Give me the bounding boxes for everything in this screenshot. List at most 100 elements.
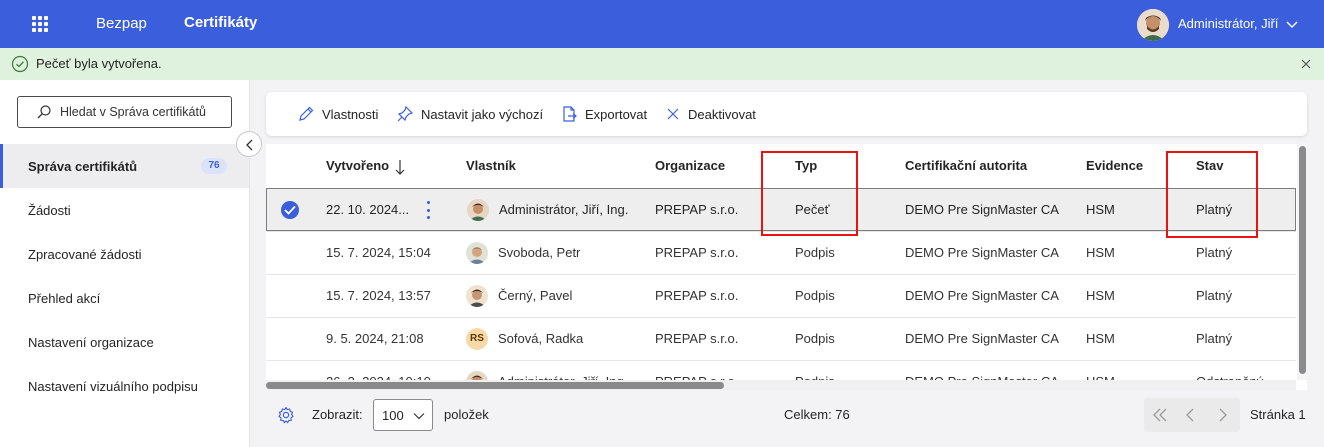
sidebar-item-requests[interactable]: Žádosti — [0, 188, 249, 232]
organization-cell: PREPAP s.r.o. — [655, 202, 739, 217]
set-default-label: Nastavit jako výchozí — [421, 106, 544, 122]
properties-label: Vlastnosti — [322, 106, 379, 122]
organization-cell: PREPAP s.r.o. — [655, 245, 739, 260]
table-row[interactable]: 15. 7. 2024, 13:57 Černý, Pavel PREPAP s… — [266, 274, 1296, 317]
created-cell: 15. 7. 2024, 15:04 — [326, 245, 431, 260]
user-avatar[interactable] — [1137, 9, 1169, 41]
chevron-down-icon[interactable] — [1284, 16, 1300, 32]
column-header-organization[interactable]: Organizace — [655, 158, 725, 173]
column-header-evidence[interactable]: Evidence — [1086, 158, 1143, 173]
table-row[interactable]: 15. 7. 2024, 15:04 Svoboda, Petr PREPAP … — [266, 231, 1296, 274]
gear-icon[interactable] — [277, 406, 295, 424]
checkmark-icon — [284, 205, 296, 215]
highlight-box-type — [761, 151, 858, 236]
type-cell: Podpis — [795, 288, 835, 303]
column-header-owner[interactable]: Vlastník — [466, 158, 516, 173]
pager — [1144, 398, 1240, 432]
sidebar-item-organization-settings[interactable]: Nastavení organizace — [0, 320, 249, 364]
evidence-cell: HSM — [1086, 288, 1115, 303]
deactivate-label: Deaktivovat — [688, 106, 756, 122]
sidebar-item-label: Zpracované žádosti — [28, 246, 142, 262]
ca-cell: DEMO Pre SignMaster CA — [905, 245, 1059, 260]
search-input[interactable]: Hledat v Správa certifikátů — [17, 96, 232, 128]
avatar — [467, 199, 489, 221]
page-title: Certifikáty — [184, 14, 258, 31]
close-icon[interactable] — [1298, 56, 1314, 72]
ca-cell: DEMO Pre SignMaster CA — [905, 202, 1059, 217]
close-icon — [667, 108, 679, 120]
organization-cell: PREPAP s.r.o. — [655, 288, 739, 303]
horizontal-scrollbar[interactable] — [266, 380, 1296, 390]
scrollbar-thumb[interactable] — [1299, 146, 1306, 374]
items-label: položek — [444, 407, 489, 422]
highlight-box-status — [1166, 151, 1258, 238]
sidebar-item-label: Žádosti — [28, 202, 71, 218]
sidebar-item-label: Nastavení organizace — [28, 334, 154, 350]
sidebar-nav: Správa certifikátů 76 Žádosti Zpracované… — [0, 144, 249, 408]
status-cell: Platný — [1196, 331, 1233, 346]
status-cell: Platný — [1196, 245, 1233, 260]
user-name[interactable]: Administrátor, Jiří — [1178, 16, 1278, 31]
evidence-cell: HSM — [1086, 245, 1115, 260]
show-label: Zobrazit: — [312, 407, 363, 422]
notice-text: Pečeť byla vytvořena. — [36, 56, 162, 71]
column-header-created[interactable]: Vytvořeno — [326, 158, 389, 173]
previous-page-icon[interactable] — [1183, 407, 1199, 423]
row-checkbox[interactable] — [281, 201, 299, 219]
more-actions-icon[interactable] — [427, 201, 431, 219]
column-header-ca[interactable]: Certifikační autorita — [905, 158, 1027, 173]
evidence-cell: HSM — [1086, 202, 1115, 217]
properties-button[interactable]: Vlastnosti — [297, 105, 378, 123]
table-row[interactable]: 9. 5. 2024, 21:08 RS Sofová, Radka PREPA… — [266, 317, 1296, 360]
search-icon — [37, 105, 51, 119]
page-size-value: 100 — [382, 408, 404, 423]
page-indicator: Stránka 1 — [1250, 407, 1306, 422]
search-placeholder: Hledat v Správa certifikátů — [60, 105, 206, 119]
sidebar-item-processed-requests[interactable]: Zpracované žádosti — [0, 232, 249, 276]
evidence-cell: HSM — [1086, 331, 1115, 346]
sidebar-item-visual-signature-settings[interactable]: Nastavení vizuálního podpisu — [0, 364, 249, 408]
chevron-down-icon — [413, 413, 425, 420]
export-label: Exportovat — [585, 106, 648, 122]
type-cell: Podpis — [795, 331, 835, 346]
ca-cell: DEMO Pre SignMaster CA — [905, 331, 1059, 346]
sidebar-item-label: Nastavení vizuálního podpisu — [28, 378, 198, 394]
chevron-left-icon — [246, 139, 253, 151]
scrollbar-thumb[interactable] — [266, 382, 724, 389]
first-page-icon[interactable] — [1151, 407, 1169, 423]
success-notice: Pečeť byla vytvořena. — [0, 48, 1324, 80]
avatar — [466, 285, 488, 307]
type-cell: Podpis — [795, 245, 835, 260]
deactivate-button[interactable]: Deaktivovat — [665, 105, 756, 123]
table-footer: Zobrazit: 100 položek Celkem: 76 Stránka… — [266, 394, 1307, 434]
created-cell: 15. 7. 2024, 13:57 — [326, 288, 431, 303]
app-launcher-icon[interactable] — [32, 16, 48, 32]
created-cell: 9. 5. 2024, 21:08 — [326, 331, 424, 346]
export-button[interactable]: Exportovat — [560, 105, 647, 123]
owner-cell: Svoboda, Petr — [498, 245, 581, 260]
owner-cell: Administrátor, Jiří, Ing. — [499, 202, 629, 217]
sidebar-item-label: Správa certifikátů — [28, 158, 138, 174]
next-page-icon[interactable] — [1214, 407, 1230, 423]
count-badge: 76 — [201, 158, 227, 174]
collapse-sidebar-button[interactable] — [236, 131, 262, 157]
top-bar: Bezpap Certifikáty Administrátor, Jiří — [0, 0, 1324, 48]
avatar-initials: RS — [466, 328, 488, 350]
organization-cell: PREPAP s.r.o. — [655, 331, 739, 346]
sidebar: Hledat v Správa certifikátů Správa certi… — [0, 80, 250, 447]
owner-cell: Sofová, Radka — [498, 331, 584, 346]
command-bar: Vlastnosti Nastavit jako výchozí Exporto… — [266, 92, 1307, 136]
owner-cell: Černý, Pavel — [498, 288, 573, 303]
page-size-select[interactable]: 100 — [373, 399, 433, 431]
app-name[interactable]: Bezpap — [96, 15, 147, 32]
export-file-icon — [563, 106, 577, 122]
sort-descending-icon[interactable] — [394, 158, 406, 176]
created-cell: 22. 10. 2024... — [326, 202, 410, 217]
vertical-scrollbar[interactable] — [1297, 144, 1307, 380]
sidebar-item-certificate-management[interactable]: Správa certifikátů 76 — [0, 144, 249, 188]
sidebar-item-action-overview[interactable]: Přehled akcí — [0, 276, 249, 320]
total-count: Celkem: 76 — [784, 407, 850, 422]
sidebar-item-label: Přehled akcí — [28, 290, 101, 306]
pin-icon — [397, 105, 414, 122]
set-default-button[interactable]: Nastavit jako výchozí — [396, 105, 543, 123]
